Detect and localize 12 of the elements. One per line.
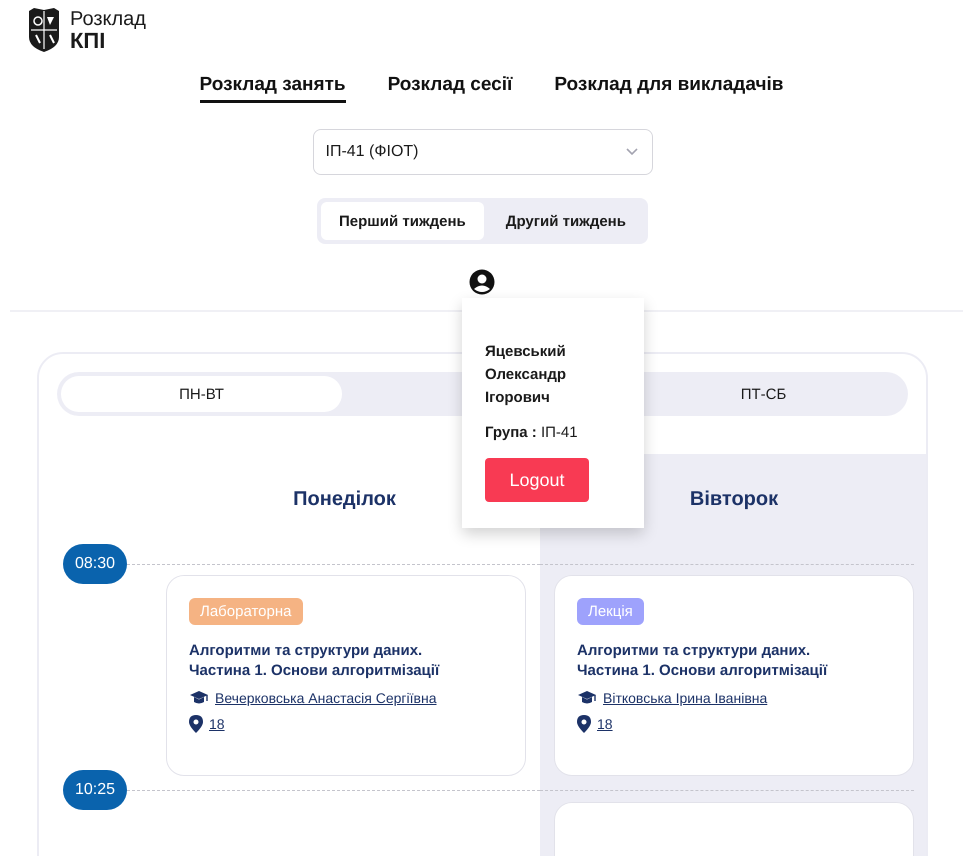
day-title: Вівторок <box>690 488 778 510</box>
time-badge: 08:30 <box>63 544 128 584</box>
logo-subtitle: КПІ <box>70 30 106 51</box>
user-name: Яцевський Олександр Ігорович <box>485 342 568 408</box>
lesson-type-tag: Лекція <box>577 598 644 625</box>
user-group: Група : ІП-41 <box>485 424 624 441</box>
time-badge: 10:25 <box>63 770 128 810</box>
lesson-title: Алгоритми та структури даних. Частина 1. Основи алгоритмізації <box>577 641 828 681</box>
lesson-title: Алгоритми та структури даних. Частина 1. Основи алгоритмізації <box>189 641 440 681</box>
logo-title: Розклад <box>70 9 146 30</box>
day-title: Понеділок <box>293 488 396 510</box>
lesson-type-tag: Лабораторна <box>189 598 302 625</box>
